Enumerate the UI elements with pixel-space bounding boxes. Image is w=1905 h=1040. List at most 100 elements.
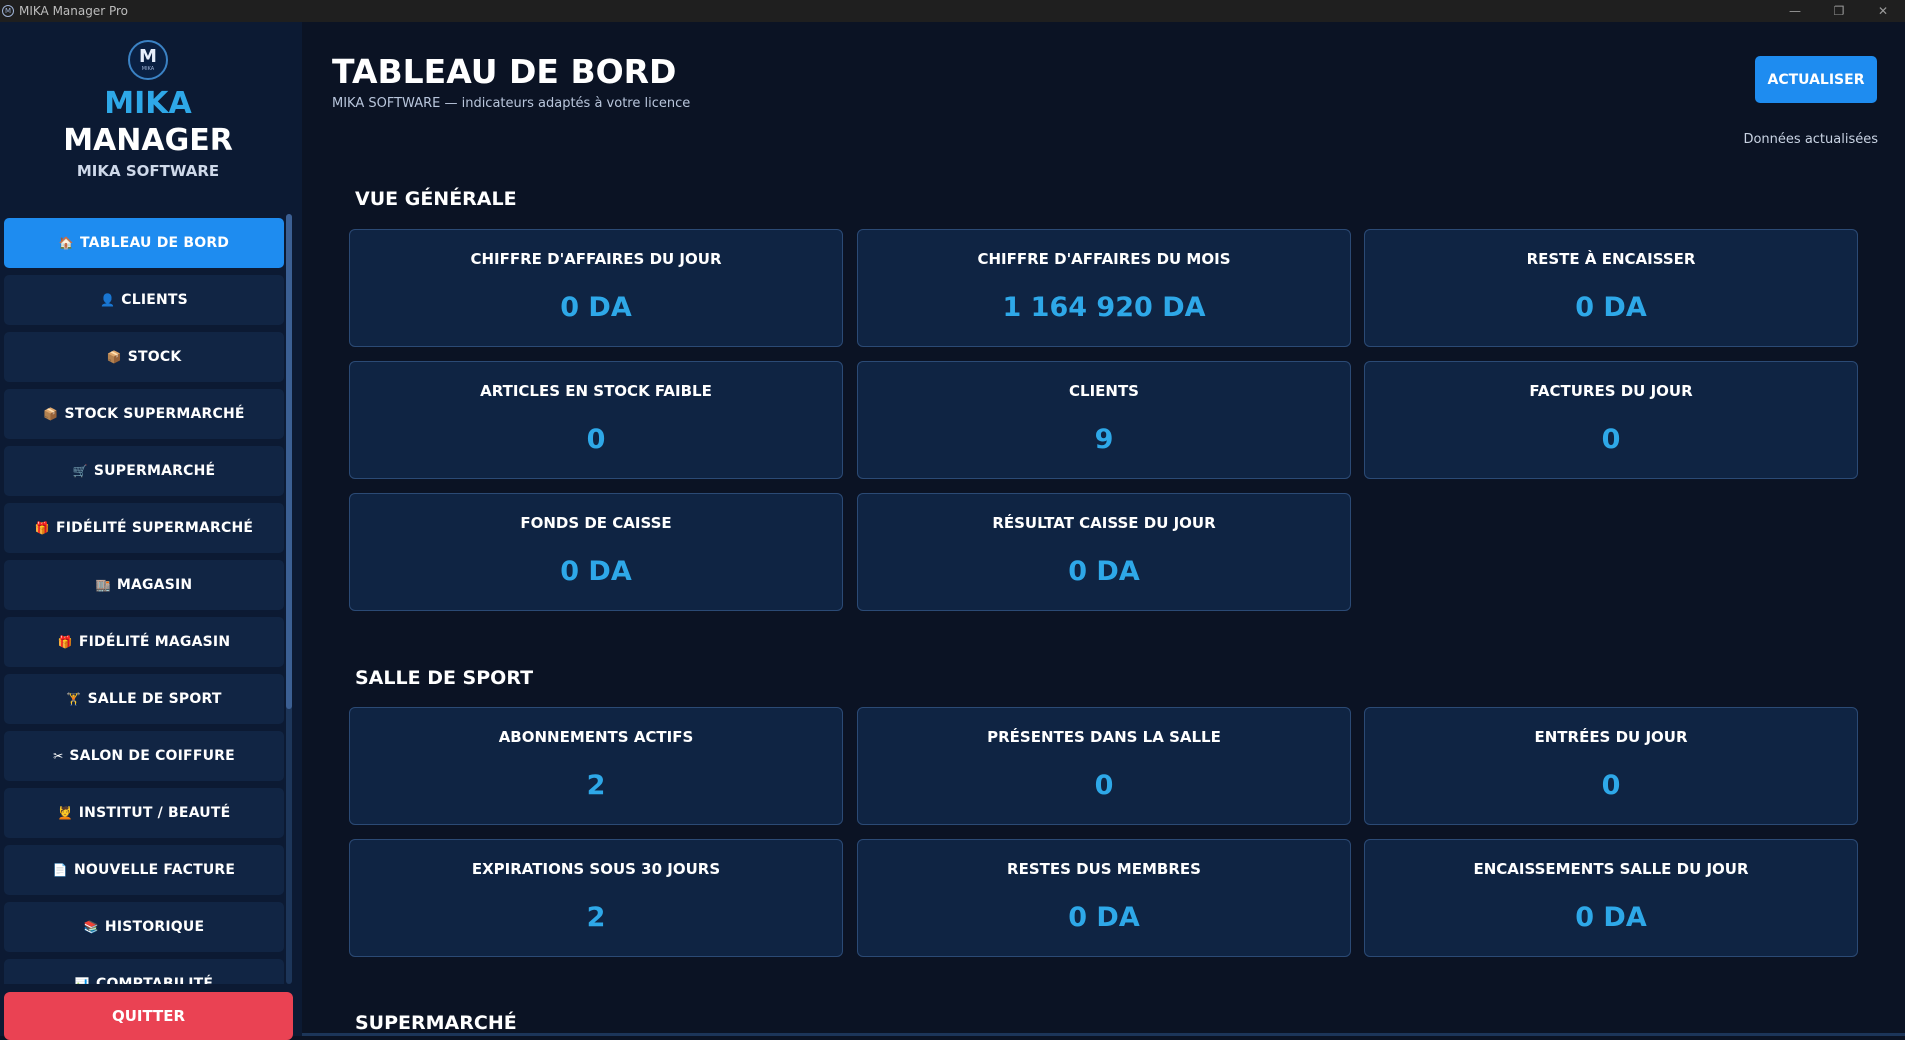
sidebar-item-label: SALON DE COIFFURE <box>69 748 235 764</box>
sidebar-item-comptabilite[interactable]: 📊 COMPTABILITÉ <box>4 959 284 984</box>
stat-card: CLIENTS 9 <box>857 361 1351 479</box>
stat-card: RESTE À ENCAISSER 0 DA <box>1364 229 1858 347</box>
close-button[interactable]: ✕ <box>1861 0 1905 22</box>
brand-subtitle: MIKA SOFTWARE <box>76 162 220 180</box>
window-controls: — ❐ ✕ <box>1773 0 1905 22</box>
document-icon: 📄 <box>52 863 68 877</box>
sidebar-item-stock[interactable]: 📦 STOCK <box>4 332 284 382</box>
stat-card-label: EXPIRATIONS SOUS 30 JOURS <box>471 860 721 878</box>
window-title: MIKA Manager Pro <box>19 4 129 18</box>
refresh-button[interactable]: ACTUALISER <box>1755 56 1877 103</box>
sidebar-item-salon-de-coiffure[interactable]: ✂ SALON DE COIFFURE <box>4 731 284 781</box>
sidebar-item-label: INSTITUT / BEAUTÉ <box>78 805 231 821</box>
sidebar-item-label: SUPERMARCHÉ <box>93 463 216 479</box>
sidebar-item-fidelite-supermarche[interactable]: 🎁 FIDÉLITÉ SUPERMARCHÉ <box>4 503 284 553</box>
box-icon: 📦 <box>106 350 122 364</box>
chart-icon: 📊 <box>74 977 90 984</box>
stat-card: ABONNEMENTS ACTIFS 2 <box>349 707 843 825</box>
stat-card-label: FACTURES DU JOUR <box>1529 382 1693 400</box>
page-subtitle: MIKA SOFTWARE — indicateurs adaptés à vo… <box>332 96 691 111</box>
update-status: Données actualisées <box>1743 132 1878 147</box>
stat-card: FONDS DE CAISSE 0 DA <box>349 493 843 611</box>
stat-card-value: 0 <box>586 424 606 455</box>
stat-card-label: RESTE À ENCAISSER <box>1526 250 1696 268</box>
stat-card-label: CLIENTS <box>1069 382 1139 400</box>
dumbbell-icon: 🏋 <box>66 692 82 706</box>
window-titlebar: M MIKA Manager Pro — ❐ ✕ <box>0 0 1905 22</box>
stat-card-value: 0 <box>1601 424 1621 455</box>
stat-card-label: CHIFFRE D'AFFAIRES DU JOUR <box>470 250 722 268</box>
sidebar-item-label: STOCK SUPERMARCHÉ <box>64 406 245 422</box>
stat-card-label: FONDS DE CAISSE <box>520 514 672 532</box>
stat-card-value: 0 DA <box>1068 556 1140 587</box>
logo-letter: M <box>139 46 157 67</box>
section-title-salle-de-sport: SALLE DE SPORT <box>355 667 534 689</box>
stat-card-value: 9 <box>1094 424 1114 455</box>
stat-card: ENCAISSEMENTS SALLE DU JOUR 0 DA <box>1364 839 1858 957</box>
user-icon: 👤 <box>100 293 116 307</box>
sidebar: M MIKA MIKA MANAGER MIKA SOFTWARE 🏠 TABL… <box>0 22 302 1040</box>
quit-button[interactable]: QUITTER <box>4 992 293 1040</box>
stat-card: CHIFFRE D'AFFAIRES DU JOUR 0 DA <box>349 229 843 347</box>
sidebar-item-institut-beaute[interactable]: 💆 INSTITUT / BEAUTÉ <box>4 788 284 838</box>
app-icon: M <box>2 5 14 17</box>
home-icon: 🏠 <box>58 236 74 250</box>
brand-name-line2: MANAGER <box>63 123 233 158</box>
sidebar-item-label: CLIENTS <box>121 292 188 308</box>
section-title-vue-generale: VUE GÉNÉRALE <box>355 188 517 210</box>
logo-small-text: MIKA <box>141 66 155 72</box>
stat-card-label: CHIFFRE D'AFFAIRES DU MOIS <box>977 250 1231 268</box>
sidebar-item-tableau-de-bord[interactable]: 🏠 TABLEAU DE BORD <box>4 218 284 268</box>
stat-card: RESTES DUS MEMBRES 0 DA <box>857 839 1351 957</box>
stat-card-value: 0 DA <box>560 556 632 587</box>
sidebar-item-label: TABLEAU DE BORD <box>80 235 230 251</box>
stat-card: PRÉSENTES DANS LA SALLE 0 <box>857 707 1351 825</box>
brand-name-line1: MIKA <box>104 86 192 121</box>
sidebar-item-fidelite-magasin[interactable]: 🎁 FIDÉLITÉ MAGASIN <box>4 617 284 667</box>
sidebar-scrollbar[interactable] <box>286 214 292 984</box>
stat-card-label: RÉSULTAT CAISSE DU JOUR <box>992 514 1216 532</box>
sidebar-item-label: MAGASIN <box>116 577 193 593</box>
stat-card-value: 0 <box>1601 770 1621 801</box>
stat-card-value: 1 164 920 DA <box>1002 292 1206 323</box>
stat-card-label: ARTICLES EN STOCK FAIBLE <box>480 382 712 400</box>
stat-card: FACTURES DU JOUR 0 <box>1364 361 1858 479</box>
stat-card: EXPIRATIONS SOUS 30 JOURS 2 <box>349 839 843 957</box>
stat-card: RÉSULTAT CAISSE DU JOUR 0 DA <box>857 493 1351 611</box>
sidebar-item-clients[interactable]: 👤 CLIENTS <box>4 275 284 325</box>
scissors-icon: ✂ <box>53 749 64 763</box>
stat-card-value: 2 <box>586 770 606 801</box>
sidebar-item-supermarche[interactable]: 🛒 SUPERMARCHÉ <box>4 446 284 496</box>
books-icon: 📚 <box>83 920 99 934</box>
restore-button[interactable]: ❐ <box>1817 0 1861 22</box>
sidebar-item-salle-de-sport[interactable]: 🏋 SALLE DE SPORT <box>4 674 284 724</box>
sidebar-item-label: FIDÉLITÉ SUPERMARCHÉ <box>55 520 254 536</box>
stat-card-value: 0 <box>1094 770 1114 801</box>
stat-card-value: 0 DA <box>1575 902 1647 933</box>
beauty-icon: 💆 <box>57 806 73 820</box>
sidebar-item-stock-supermarche[interactable]: 📦 STOCK SUPERMARCHÉ <box>4 389 284 439</box>
sidebar-item-magasin[interactable]: 🏬 MAGASIN <box>4 560 284 610</box>
sidebar-nav: 🏠 TABLEAU DE BORD 👤 CLIENTS 📦 STOCK 📦 ST… <box>4 218 284 984</box>
sidebar-item-label: HISTORIQUE <box>104 919 205 935</box>
stat-card: ENTRÉES DU JOUR 0 <box>1364 707 1858 825</box>
stat-card-label: ENTRÉES DU JOUR <box>1534 728 1688 746</box>
page-title: TABLEAU DE BORD <box>332 52 677 91</box>
cart-icon: 🛒 <box>72 464 88 478</box>
minimize-button[interactable]: — <box>1773 0 1817 22</box>
sidebar-item-label: STOCK <box>127 349 182 365</box>
section-title-supermarche: SUPERMARCHÉ <box>355 1012 517 1034</box>
brand: M MIKA MIKA MANAGER MIKA SOFTWARE <box>0 40 296 180</box>
stat-card-value: 0 DA <box>1575 292 1647 323</box>
stat-card: CHIFFRE D'AFFAIRES DU MOIS 1 164 920 DA <box>857 229 1351 347</box>
sidebar-item-label: SALLE DE SPORT <box>87 691 222 707</box>
sidebar-scrollbar-thumb[interactable] <box>286 214 292 709</box>
stat-card-label: PRÉSENTES DANS LA SALLE <box>987 728 1221 746</box>
stat-card: ARTICLES EN STOCK FAIBLE 0 <box>349 361 843 479</box>
box-icon: 📦 <box>43 407 59 421</box>
sidebar-item-label: COMPTABILITÉ <box>95 976 214 984</box>
sidebar-item-nouvelle-facture[interactable]: 📄 NOUVELLE FACTURE <box>4 845 284 895</box>
sidebar-item-historique[interactable]: 📚 HISTORIQUE <box>4 902 284 952</box>
sidebar-item-label: NOUVELLE FACTURE <box>73 862 236 878</box>
main-content: TABLEAU DE BORD MIKA SOFTWARE — indicate… <box>302 22 1905 1036</box>
